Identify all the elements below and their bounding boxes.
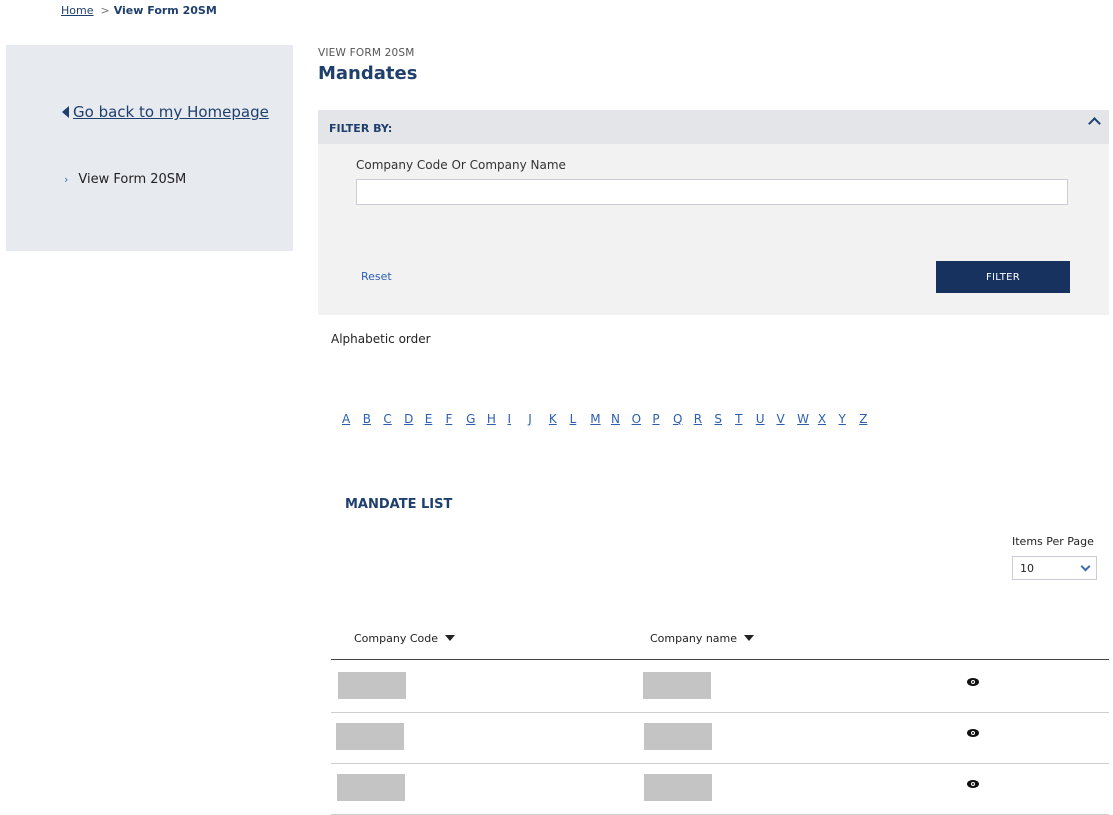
alphabet-links: ABCDEFGHIJKLMNOPQRSTUVWXYZ — [342, 412, 880, 426]
breadcrumb-home-link[interactable]: Home — [61, 4, 93, 17]
alphabet-letter-l[interactable]: L — [570, 412, 591, 426]
alphabet-letter-q[interactable]: Q — [673, 412, 694, 426]
caret-left-icon — [62, 106, 69, 118]
alphabet-letter-o[interactable]: O — [632, 412, 653, 426]
chevron-up-icon[interactable] — [1088, 117, 1101, 130]
company-name-cell — [644, 774, 712, 801]
page-kicker: VIEW FORM 20SM — [318, 47, 415, 59]
alphabet-letter-g[interactable]: G — [466, 412, 487, 426]
alphabet-letter-h[interactable]: H — [487, 412, 508, 426]
alphabet-letter-a[interactable]: A — [342, 412, 363, 426]
items-per-page-label: Items Per Page — [1012, 535, 1094, 548]
alphabet-letter-j[interactable]: J — [528, 412, 549, 426]
sort-down-icon — [445, 635, 455, 641]
company-field-label: Company Code Or Company Name — [356, 158, 566, 172]
breadcrumb: Home > View Form 20SM — [61, 4, 217, 17]
alphabet-letter-s[interactable]: S — [714, 412, 735, 426]
alphabet-letter-c[interactable]: C — [383, 412, 404, 426]
chevron-right-icon: › — [64, 173, 69, 186]
items-per-page-select[interactable]: 10 — [1012, 556, 1097, 580]
alphabet-letter-e[interactable]: E — [425, 412, 446, 426]
alphabet-label: Alphabetic order — [331, 332, 431, 346]
company-code-cell — [338, 672, 406, 699]
alphabet-letter-r[interactable]: R — [694, 412, 715, 426]
company-name-cell — [644, 723, 712, 750]
alphabet-letter-d[interactable]: D — [404, 412, 425, 426]
company-search-input[interactable] — [356, 179, 1068, 205]
alphabet-letter-w[interactable]: W — [797, 412, 818, 426]
alphabet-letter-f[interactable]: F — [445, 412, 466, 426]
alphabet-letter-t[interactable]: T — [735, 412, 756, 426]
sort-down-icon — [744, 635, 755, 641]
page-title: Mandates — [318, 63, 418, 84]
alphabet-letter-b[interactable]: B — [363, 412, 384, 426]
go-back-link[interactable]: Go back to my Homepage — [62, 103, 269, 121]
mandate-list-title: MANDATE LIST — [345, 497, 453, 512]
company-code-cell — [336, 723, 404, 750]
sidebar-item-label: View Form 20SM — [78, 172, 187, 187]
alphabet-letter-z[interactable]: Z — [859, 412, 880, 426]
alphabet-letter-u[interactable]: U — [756, 412, 777, 426]
filter-header[interactable]: FILTER BY: — [318, 110, 1109, 144]
breadcrumb-current: View Form 20SM — [113, 4, 217, 17]
eye-icon[interactable] — [967, 678, 979, 686]
company-code-cell — [337, 774, 405, 801]
eye-icon[interactable] — [967, 729, 979, 737]
company-name-cell — [643, 672, 711, 699]
eye-icon[interactable] — [967, 780, 979, 788]
alphabet-letter-n[interactable]: N — [611, 412, 632, 426]
table-header-divider — [331, 659, 1109, 660]
alphabet-letter-m[interactable]: M — [590, 412, 611, 426]
breadcrumb-separator: > — [100, 4, 110, 17]
filter-panel: FILTER BY: Company Code Or Company Name … — [318, 110, 1109, 315]
table-row — [331, 712, 1109, 764]
column-label: Company Code — [354, 632, 438, 645]
alphabet-letter-v[interactable]: V — [776, 412, 797, 426]
table-row — [331, 763, 1109, 815]
reset-link[interactable]: Reset — [361, 270, 392, 283]
alphabet-letter-p[interactable]: P — [652, 412, 673, 426]
column-header-company-name[interactable]: Company name — [650, 632, 755, 645]
filter-heading: FILTER BY: — [329, 122, 393, 135]
column-header-company-code[interactable]: Company Code — [354, 632, 455, 645]
alphabet-letter-x[interactable]: X — [818, 412, 839, 426]
items-per-page-value: 10 — [1020, 562, 1034, 575]
column-label: Company name — [650, 632, 738, 645]
go-back-label: Go back to my Homepage — [73, 103, 269, 121]
sidebar-item-view-form[interactable]: › View Form 20SM — [64, 172, 186, 187]
filter-button[interactable]: FILTER — [936, 261, 1070, 293]
alphabet-letter-y[interactable]: Y — [839, 412, 860, 426]
table-row — [331, 661, 1109, 713]
alphabet-letter-k[interactable]: K — [549, 412, 570, 426]
chevron-down-icon — [1080, 561, 1091, 572]
sidebar-panel: Go back to my Homepage › View Form 20SM — [6, 45, 293, 251]
alphabet-letter-i[interactable]: I — [508, 412, 529, 426]
